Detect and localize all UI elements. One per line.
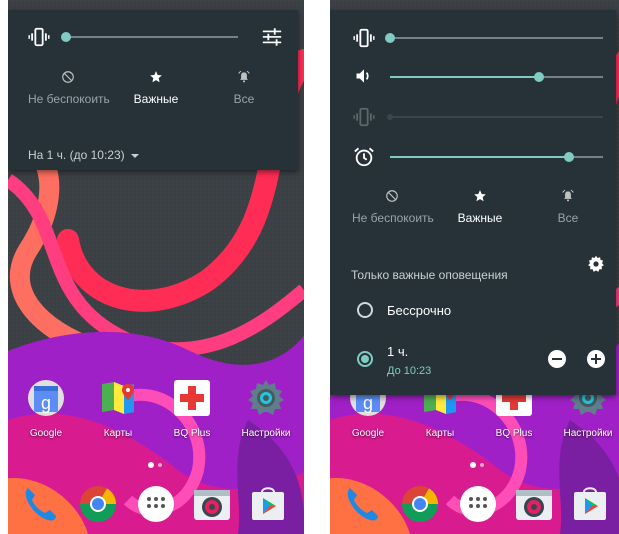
duration-dropdown[interactable]: На 1 ч. (до 10:23) (28, 148, 139, 162)
alarm-volume-slider[interactable] (390, 152, 603, 162)
option-indefinite-label[interactable]: Бессрочно (387, 303, 451, 318)
volume-panel-expanded: Не беспокоить Важные Все Только важные о… (330, 10, 616, 395)
mode-important-label[interactable]: Важные (450, 211, 510, 225)
app-label: Настройки (563, 428, 613, 439)
minus-icon (552, 358, 562, 360)
ringer-slider[interactable] (385, 33, 603, 43)
option-one-hour-label[interactable]: 1 ч. (387, 344, 408, 359)
speaker-volume-icon[interactable] (354, 66, 374, 86)
app-label: Google (29, 428, 63, 439)
slider-thumb[interactable] (61, 32, 71, 42)
slider-thumb[interactable] (385, 33, 395, 43)
chevron-down-icon (130, 153, 139, 158)
app-label: BQ Plus (495, 428, 533, 439)
maps-icon (98, 378, 138, 418)
option-one-hour-until: До 10:23 (387, 365, 432, 377)
page-dot (158, 463, 162, 467)
volume-panel: Не беспокоить Важные Все На 1 ч. (до 10:… (8, 10, 298, 170)
phone-icon[interactable] (342, 484, 382, 524)
star-icon[interactable] (473, 189, 487, 203)
media-volume-slider[interactable] (390, 72, 603, 82)
play-store-icon[interactable] (248, 484, 288, 524)
slider-thumb[interactable] (563, 152, 574, 162)
alarm-bell-icon[interactable] (237, 70, 251, 84)
do-not-disturb-icon[interactable] (61, 70, 75, 84)
radio-indefinite[interactable] (357, 302, 373, 318)
mode-all-label[interactable]: Все (548, 211, 588, 225)
page-dot-active (148, 462, 154, 468)
alarm-clock-icon[interactable] (353, 146, 375, 168)
vibrate-disabled-icon (353, 106, 375, 128)
increase-duration-button[interactable] (587, 350, 605, 368)
vibrate-icon[interactable] (28, 26, 50, 48)
google-icon (26, 378, 66, 418)
slider-fill (390, 156, 569, 158)
left-screen: Google Карты BQ Plus Настройки Не беспок… (8, 0, 304, 534)
app-label: Карты (103, 428, 133, 439)
app-label: Карты (425, 428, 455, 439)
page-dot (480, 463, 484, 467)
vibrate-icon[interactable] (353, 27, 375, 49)
slider-thumb (387, 114, 393, 120)
notification-volume-slider (387, 114, 603, 120)
do-not-disturb-icon[interactable] (385, 189, 399, 203)
phone-icon[interactable] (20, 484, 60, 524)
alarm-bell-icon[interactable] (561, 189, 575, 203)
camera-icon[interactable] (192, 484, 232, 524)
bq-plus-icon (172, 378, 212, 418)
decrease-duration-button[interactable] (548, 350, 566, 368)
section-title: Только важные оповещения (351, 268, 508, 282)
slider-thumb[interactable] (534, 72, 545, 82)
settings-gear-icon (246, 378, 286, 418)
radio-one-hour[interactable] (357, 351, 373, 367)
app-drawer-icon[interactable] (136, 484, 176, 524)
star-icon[interactable] (149, 70, 163, 84)
right-screen: Google Карты BQ Plus Настройки Не беспок… (330, 0, 619, 534)
app-label: Google (351, 428, 385, 439)
page-dot-active (470, 462, 476, 468)
app-drawer-icon[interactable] (458, 484, 498, 524)
mode-dnd-label[interactable]: Не беспокоить (352, 211, 434, 225)
volume-slider[interactable] (61, 32, 238, 42)
gear-icon[interactable] (587, 255, 605, 273)
app-label: BQ Plus (173, 428, 211, 439)
camera-icon[interactable] (514, 484, 554, 524)
slider-fill (390, 76, 540, 78)
chrome-icon[interactable] (78, 484, 118, 524)
chrome-icon[interactable] (400, 484, 440, 524)
duration-dropdown-label: На 1 ч. (до 10:23) (28, 148, 125, 162)
play-store-icon[interactable] (570, 484, 610, 524)
app-label: Настройки (241, 428, 291, 439)
tune-icon[interactable] (261, 26, 283, 48)
mode-important-label[interactable]: Важные (126, 92, 186, 106)
mode-all-label[interactable]: Все (224, 92, 264, 106)
mode-dnd-label[interactable]: Не беспокоить (28, 92, 110, 106)
